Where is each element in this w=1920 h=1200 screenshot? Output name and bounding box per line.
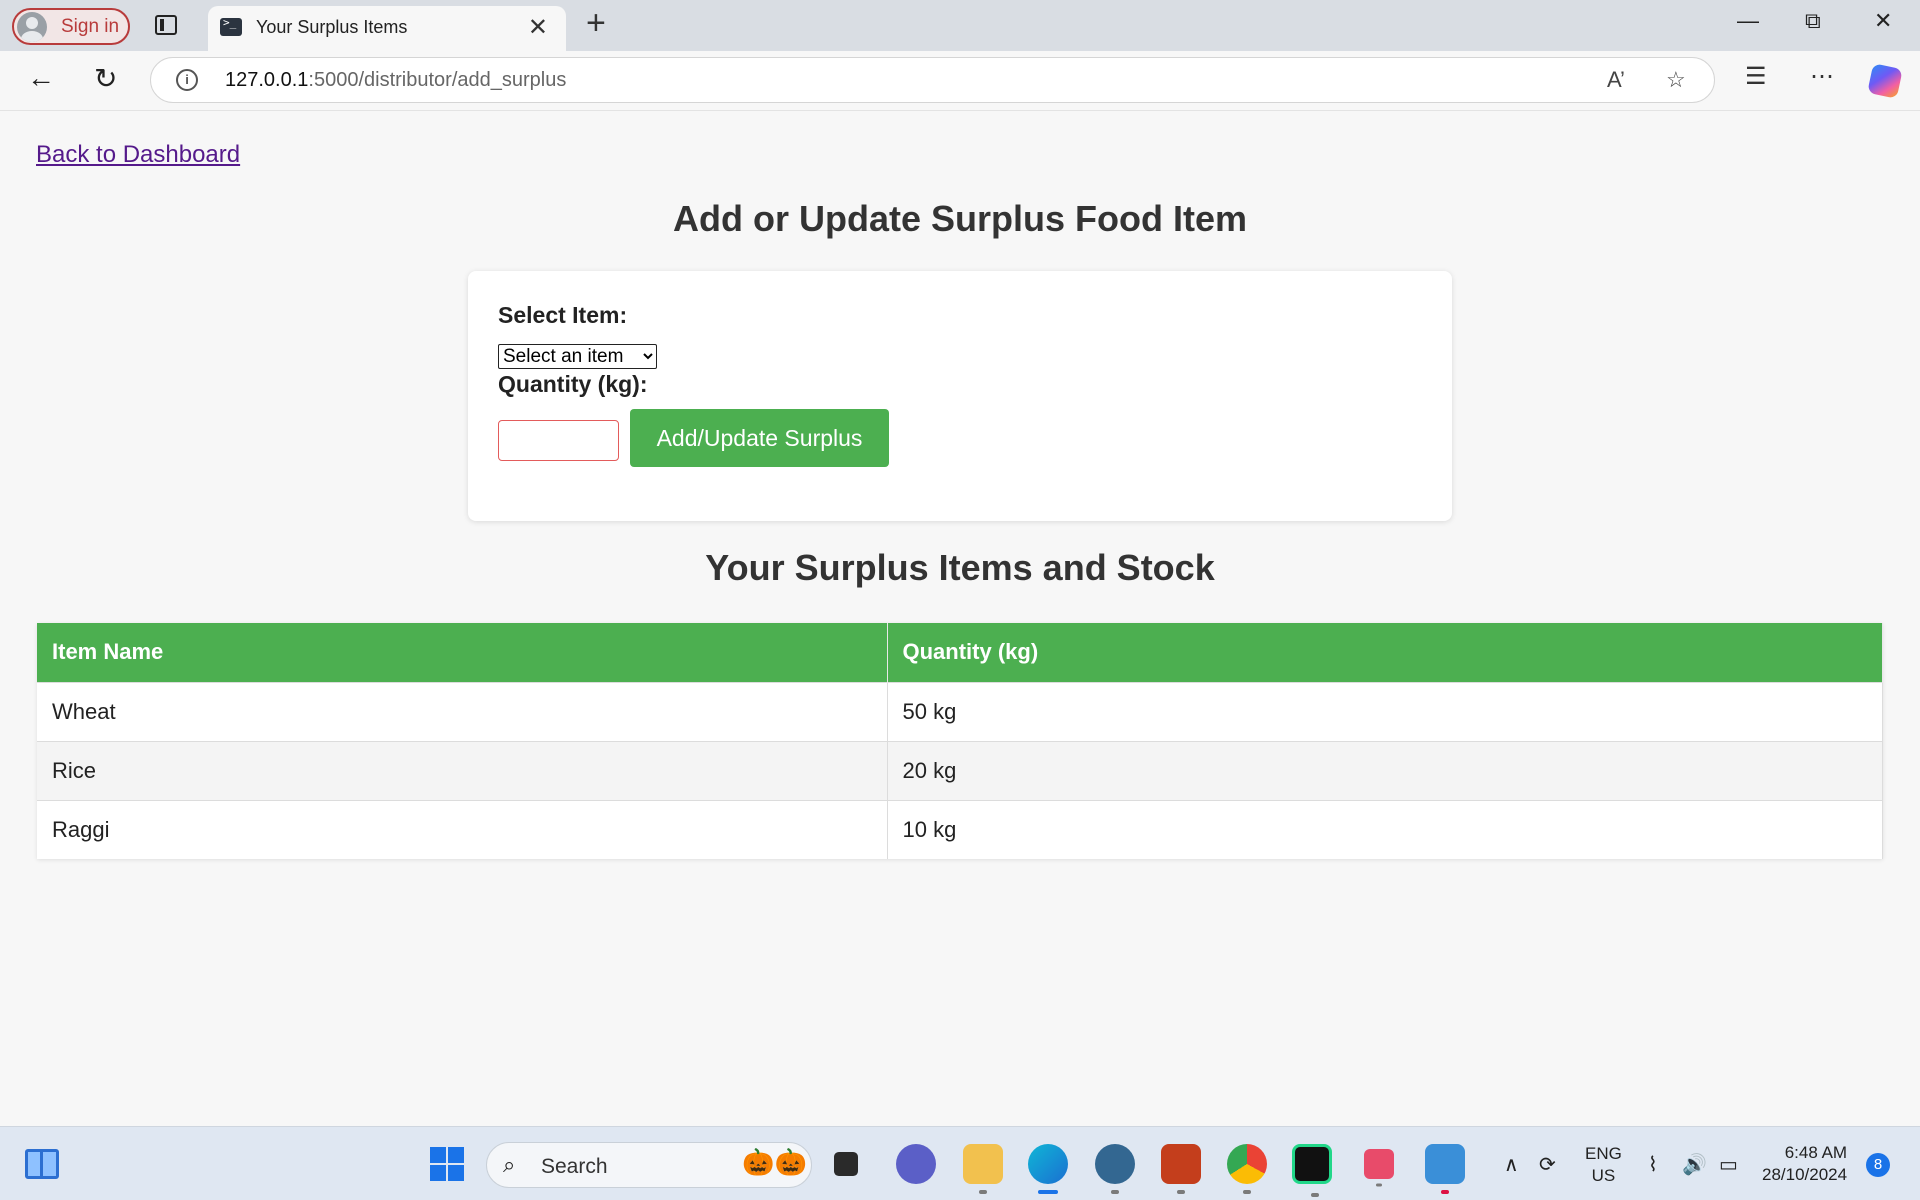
minimize-icon[interactable]: — [1737, 8, 1759, 34]
notification-badge[interactable]: 8 [1866, 1153, 1890, 1177]
quantity-input[interactable] [498, 420, 619, 461]
more-options-icon[interactable]: ⋯ [1810, 62, 1834, 91]
pycharm-icon[interactable] [1292, 1144, 1332, 1197]
address-toolbar: ← ↻ i 127.0.0.1:5000/distributor/add_sur… [0, 51, 1920, 111]
form-heading: Add or Update Surplus Food Item [673, 198, 1247, 239]
volume-icon[interactable]: 🔊 [1682, 1152, 1707, 1177]
taskbar-search[interactable]: ⌕ Search 🎃🎃 [486, 1142, 812, 1188]
clock[interactable]: 6:48 AM 28/10/2024 [1762, 1142, 1847, 1186]
pumpkins-icon: 🎃🎃 [742, 1147, 807, 1177]
widgets-icon[interactable] [25, 1149, 59, 1179]
tab-title: Your Surplus Items [256, 17, 408, 37]
wifi-icon[interactable]: ⌇ [1648, 1152, 1658, 1177]
photos-icon[interactable] [1425, 1144, 1465, 1194]
powerpoint-icon[interactable] [1161, 1144, 1201, 1194]
sync-icon[interactable]: ⟳ [1539, 1152, 1556, 1177]
table-row: Raggi 10 kg [37, 799, 1883, 859]
restore-icon[interactable]: ⧉ [1805, 8, 1821, 34]
surplus-stock-table: Item Name Quantity (kg) Wheat 50 kg Rice… [37, 623, 1883, 859]
favorites-icon[interactable]: ☰ [1745, 62, 1767, 91]
copilot-icon[interactable] [1867, 63, 1903, 99]
cell-quantity: 50 kg [887, 681, 1883, 741]
add-update-surplus-button[interactable]: Add/Update Surplus [630, 409, 889, 467]
snipping-tool-icon[interactable] [1364, 1149, 1394, 1187]
item-select[interactable]: Select an item [498, 344, 657, 369]
back-to-dashboard-link[interactable]: Back to Dashboard [36, 141, 240, 169]
windows-taskbar: ⌕ Search 🎃🎃 ∧ ⟳ ENG US ⌇ 🔊 ▭ 6:48 AM 28/… [0, 1126, 1920, 1200]
language-indicator[interactable]: ENG US [1585, 1143, 1622, 1187]
clock-time: 6:48 AM [1784, 1143, 1848, 1162]
surplus-form: Select Item: Select an item Quantity (kg… [468, 271, 1452, 521]
search-icon: ⌕ [503, 1152, 516, 1177]
cell-quantity: 10 kg [887, 799, 1883, 859]
chrome-icon[interactable] [1227, 1144, 1267, 1194]
tab-active[interactable]: Your Surplus Items ✕ [208, 6, 566, 51]
quantity-label: Quantity (kg): [498, 371, 648, 397]
cell-item-name: Rice [37, 740, 888, 800]
file-explorer-icon[interactable] [963, 1144, 1003, 1194]
tab-close-icon[interactable]: ✕ [528, 13, 548, 42]
window-close-icon[interactable]: ✕ [1874, 8, 1892, 34]
postgresql-icon[interactable] [1095, 1144, 1135, 1194]
favorite-star-icon[interactable]: ☆ [1666, 67, 1686, 93]
table-heading: Your Surplus Items and Stock [705, 547, 1215, 588]
refresh-icon[interactable]: ↻ [94, 62, 117, 95]
column-header-item-name: Item Name [37, 623, 888, 682]
sign-in-button[interactable]: Sign in [12, 8, 130, 45]
edge-browser-icon[interactable] [1028, 1144, 1068, 1194]
cell-quantity: 20 kg [887, 740, 1883, 800]
tab-actions-icon[interactable] [155, 15, 177, 35]
taskbar-search-label: Search [541, 1155, 608, 1178]
start-menu-icon[interactable] [430, 1147, 464, 1181]
language-code: ENG [1585, 1144, 1622, 1163]
page-content: Back to Dashboard Add or Update Surplus … [5, 111, 1915, 1124]
back-arrow-icon[interactable]: ← [27, 62, 55, 94]
sign-in-label: Sign in [61, 15, 120, 37]
battery-icon[interactable]: ▭ [1719, 1152, 1738, 1177]
url-host: 127.0.0.1 [225, 69, 309, 91]
url-text[interactable]: 127.0.0.1:5000/distributor/add_surplus [225, 69, 566, 92]
url-path: :5000/distributor/add_surplus [308, 69, 567, 91]
teams-chat-icon[interactable] [896, 1144, 936, 1184]
browser-tab-bar: Sign in Your Surplus Items ✕ + — ⧉ ✕ [0, 0, 1920, 51]
terminal-favicon-icon [220, 16, 242, 36]
address-bar[interactable]: i 127.0.0.1:5000/distributor/add_surplus… [150, 57, 1715, 103]
clock-date: 28/10/2024 [1762, 1165, 1848, 1184]
read-aloud-icon[interactable]: A’ [1607, 67, 1625, 93]
table-row: Wheat 50 kg [37, 681, 1883, 741]
show-hidden-icons-chevron-icon[interactable]: ∧ [1504, 1152, 1519, 1177]
cell-item-name: Raggi [37, 799, 888, 859]
site-info-icon[interactable]: i [176, 69, 198, 91]
new-tab-button[interactable]: + [586, 4, 606, 43]
column-header-quantity: Quantity (kg) [887, 623, 1883, 682]
cell-item-name: Wheat [37, 681, 888, 741]
task-view-icon[interactable] [834, 1152, 858, 1176]
table-header-row: Item Name Quantity (kg) [37, 623, 1883, 682]
select-item-label: Select Item: [498, 302, 628, 328]
profile-avatar-icon [17, 11, 47, 42]
table-row: Rice 20 kg [37, 740, 1883, 800]
language-region: US [1591, 1166, 1616, 1185]
